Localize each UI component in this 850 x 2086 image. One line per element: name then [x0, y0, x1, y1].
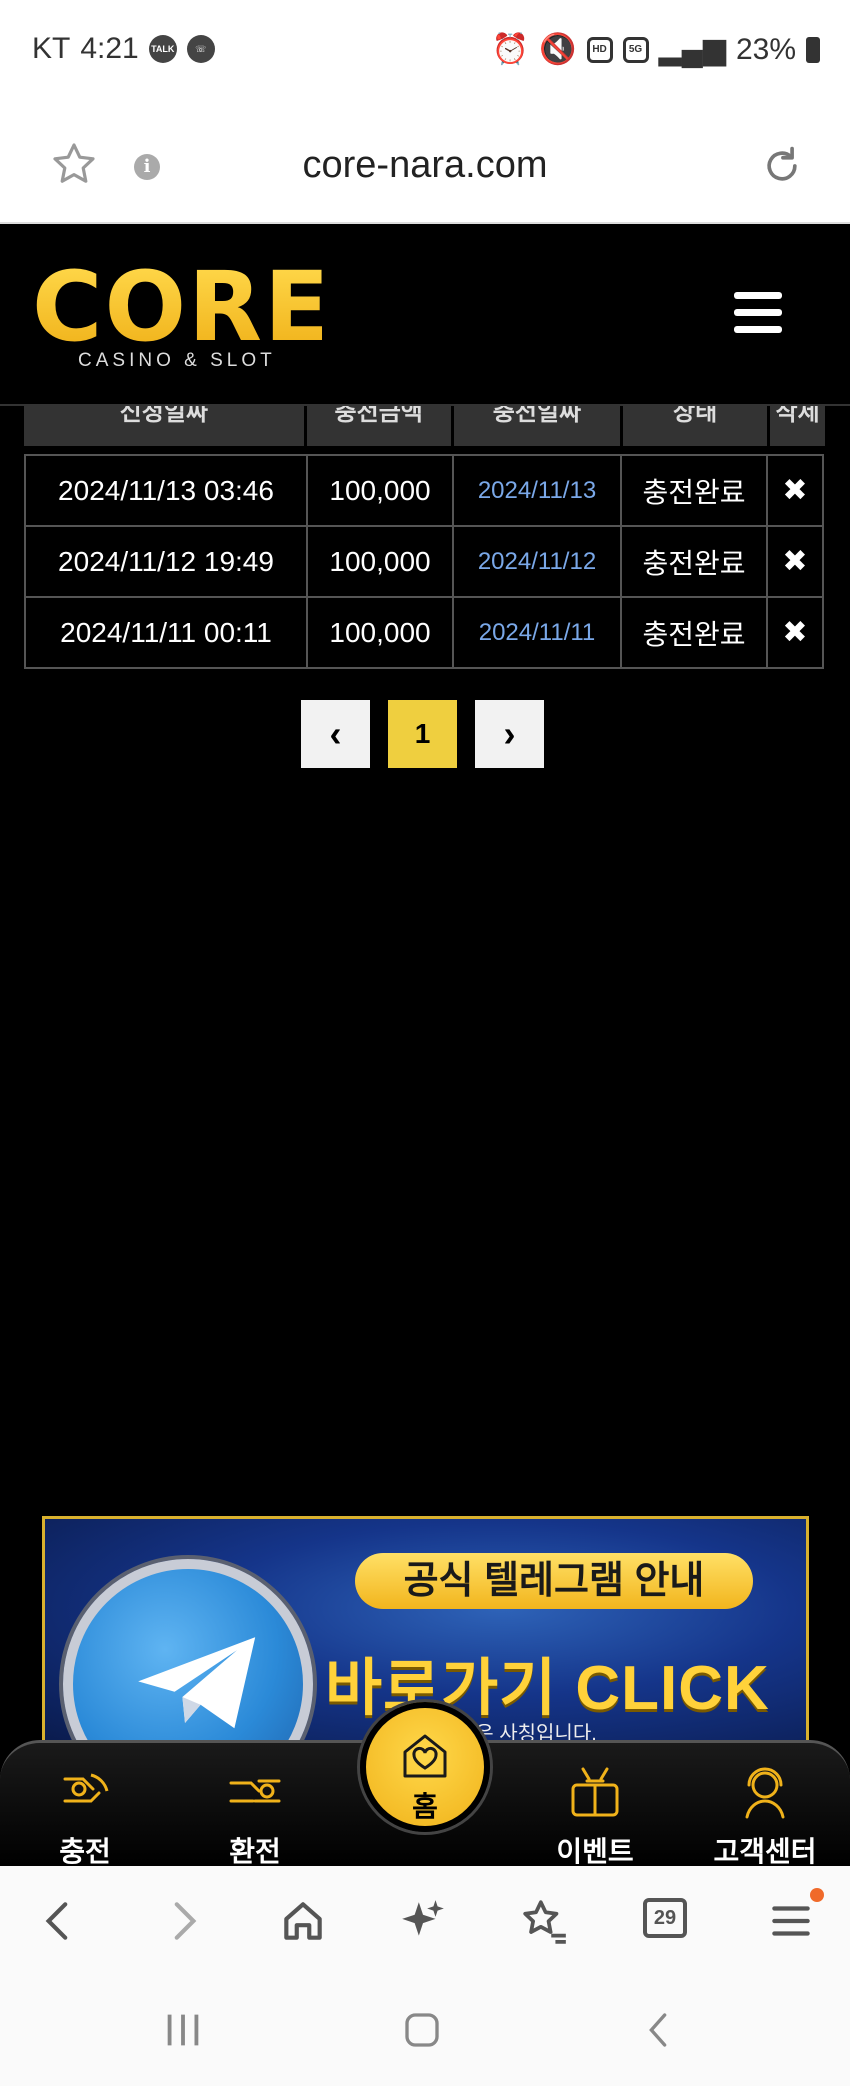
nav-home-button[interactable]: 홈 — [360, 1702, 490, 1832]
carrier-label: KT — [32, 32, 71, 65]
requested-date: 2024/11/13 03:46 — [24, 454, 308, 527]
url-text[interactable]: core-nara.com — [0, 144, 850, 187]
logo-wordmark: CORE — [32, 251, 332, 363]
exchange-icon — [229, 1779, 281, 1803]
alarm-icon: ⏰ — [491, 33, 530, 66]
call-app-icon: ☏ — [186, 35, 215, 63]
delete-icon[interactable]: ✖ — [782, 615, 807, 650]
delete-icon[interactable]: ✖ — [782, 544, 807, 579]
status: 충전완료 — [620, 596, 768, 669]
hd-icon: HD — [586, 36, 613, 63]
recent-apps-icon[interactable] — [160, 2010, 206, 2050]
menu-icon[interactable] — [766, 1896, 816, 1946]
banner-title-pill: 공식 텔레그램 안내 — [355, 1553, 753, 1609]
status-left: KT 4:21 TALK ☏ — [32, 32, 215, 66]
requested-date: 2024/11/12 19:49 — [24, 525, 308, 598]
nav-support[interactable]: 고객센터 — [700, 1761, 830, 1870]
nav-home-label: 홈 — [412, 1791, 438, 1822]
table-row: 2024/11/11 00:11 100,000 2024/11/11 충전완료… — [24, 596, 828, 669]
status: 충전완료 — [620, 525, 768, 598]
nav-charge-label: 충전 — [59, 1836, 111, 1867]
deposit-history-table: 신청일짜 충전금액 충전일짜 상태 삭제 2024/11/13 03:46 10… — [24, 406, 828, 669]
prev-page-button[interactable]: ‹ — [301, 700, 370, 768]
status: 충전완료 — [620, 454, 768, 527]
reload-icon[interactable] — [760, 144, 804, 188]
nav-support-label: 고객센터 — [713, 1836, 817, 1867]
next-page-button[interactable]: › — [475, 700, 544, 768]
browser-url-bar: i core-nara.com — [0, 100, 850, 224]
table-row: 2024/11/12 19:49 100,000 2024/11/12 충전완료… — [24, 525, 828, 598]
delete-icon[interactable]: ✖ — [782, 473, 807, 508]
nav-charge[interactable]: 충전 — [20, 1761, 150, 1870]
battery-label: 23% — [735, 32, 796, 66]
system-home-icon[interactable] — [400, 2010, 444, 2050]
system-nav-bar — [0, 1976, 850, 2086]
charged-date: 2024/11/11 — [478, 618, 596, 646]
page-1-button[interactable]: 1 — [388, 700, 457, 768]
gift-icon — [571, 1767, 619, 1817]
forward-arrow-icon[interactable] — [158, 1896, 208, 1946]
nav-event-label: 이벤트 — [556, 1836, 634, 1867]
header-delete: 삭제 — [770, 406, 828, 446]
support-agent-icon — [745, 1767, 785, 1819]
amount: 100,000 — [306, 454, 454, 527]
status-right: ⏰ 🔇 HD 5G ▂▄▆ 23% — [492, 32, 820, 67]
amount: 100,000 — [306, 525, 454, 598]
table-header: 신청일짜 충전금액 충전일짜 상태 삭제 — [24, 406, 828, 446]
hamburger-menu-icon[interactable] — [734, 292, 782, 334]
telegram-logo-icon — [63, 1559, 313, 1743]
site-header: CORE CASINO & SLOT — [0, 226, 850, 406]
ai-sparkle-icon[interactable] — [398, 1896, 448, 1946]
header-charged: 충전일짜 — [454, 406, 623, 446]
tabs-count-icon[interactable]: 29 — [643, 1898, 687, 1938]
requested-date: 2024/11/11 00:11 — [24, 596, 308, 669]
core-logo[interactable]: CORE CASINO & SLOT — [32, 251, 332, 372]
notification-dot — [810, 1888, 824, 1902]
table-row: 2024/11/13 03:46 100,000 2024/11/13 충전완료… — [24, 454, 828, 527]
header-status: 상태 — [623, 406, 771, 446]
system-back-icon[interactable] — [640, 2010, 676, 2050]
charged-date: 2024/11/13 — [477, 476, 597, 504]
charge-icon — [63, 1773, 109, 1803]
home-heart-icon — [403, 1734, 447, 1778]
charged-date: 2024/11/12 — [477, 547, 597, 575]
header-amount: 충전금액 — [307, 406, 454, 446]
browser-toolbar: 29 — [0, 1866, 850, 1976]
back-arrow-icon[interactable] — [34, 1896, 84, 1946]
mute-icon: 🔇 — [539, 33, 577, 66]
pagination: ‹ 1 › — [301, 700, 544, 768]
battery-icon — [806, 36, 820, 63]
status-bar: KT 4:21 TALK ☏ ⏰ 🔇 HD 5G ▂▄▆ 23% — [0, 0, 850, 100]
nav-event[interactable]: 이벤트 — [530, 1761, 660, 1870]
network-icon: 5G — [622, 36, 649, 63]
nav-exchange-label: 환전 — [229, 1836, 281, 1867]
clock: 4:21 — [80, 32, 139, 65]
bookmarks-icon[interactable] — [520, 1896, 570, 1946]
kakaotalk-icon: TALK — [148, 35, 177, 63]
header-requested: 신청일짜 — [24, 406, 307, 446]
amount: 100,000 — [306, 596, 454, 669]
home-icon[interactable] — [278, 1896, 328, 1946]
nav-exchange[interactable]: 환전 — [190, 1761, 320, 1870]
signal-icon: ▂▄▆ — [658, 33, 726, 66]
